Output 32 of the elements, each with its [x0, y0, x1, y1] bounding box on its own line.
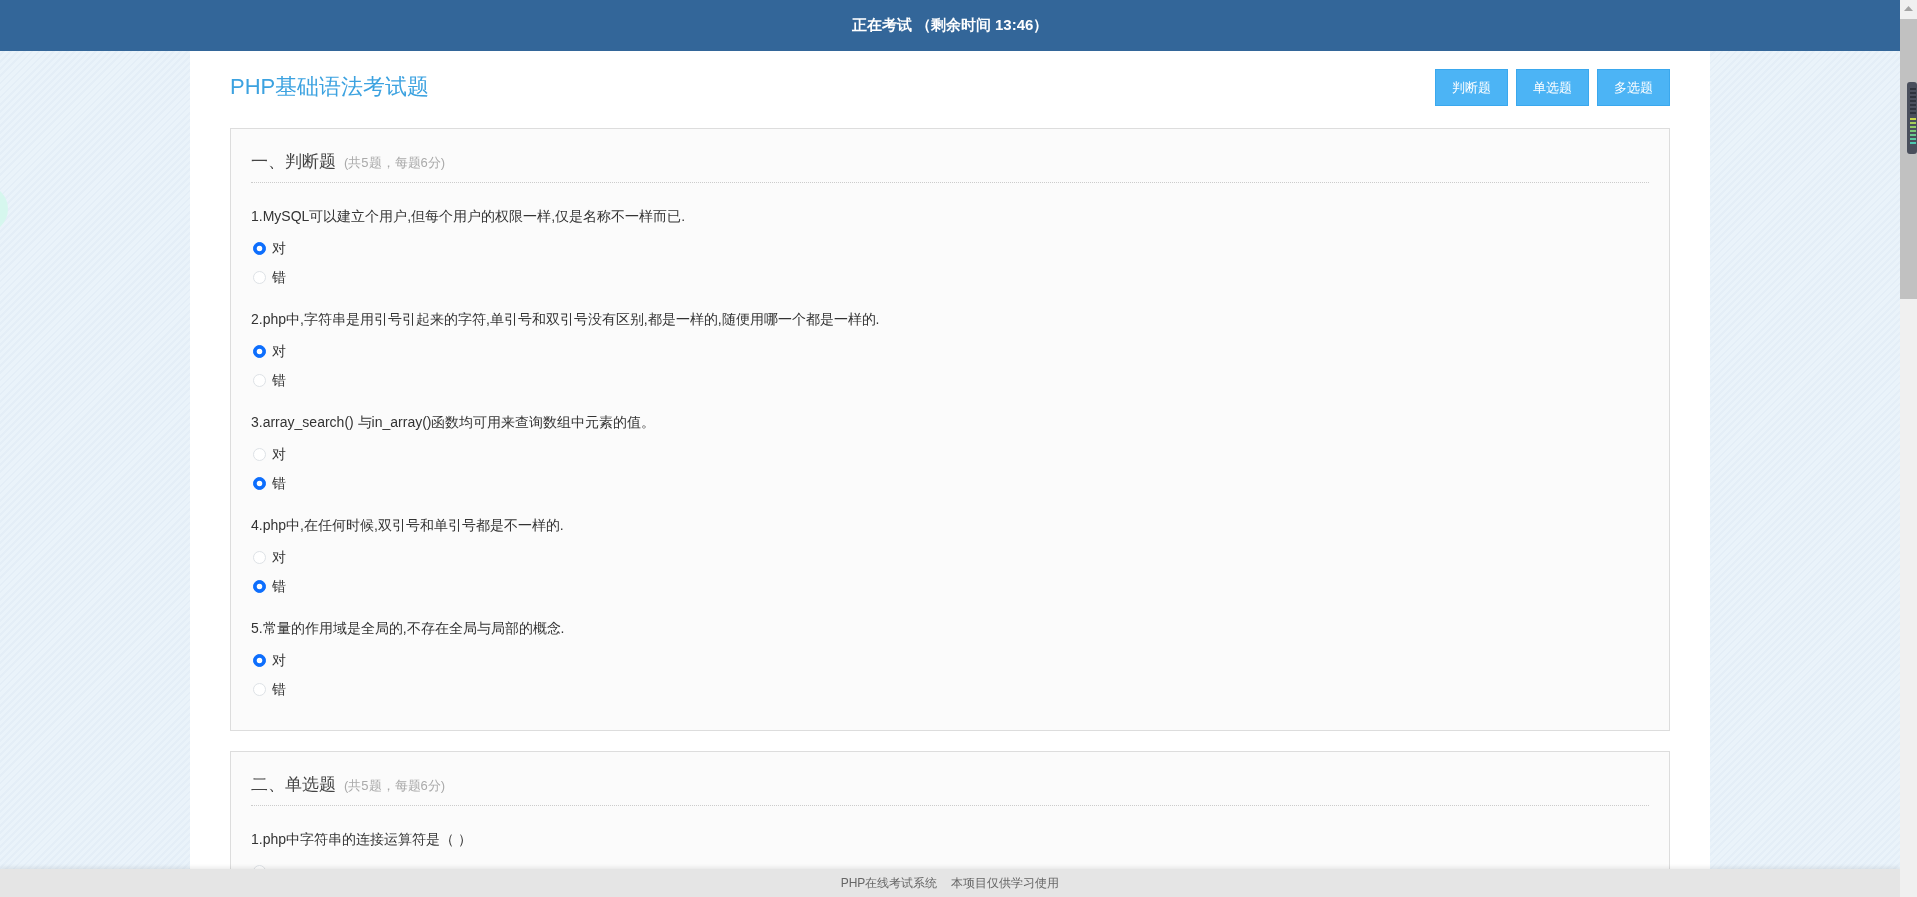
option-label[interactable]: 错	[272, 267, 286, 288]
scrollbar[interactable]	[1900, 0, 1917, 897]
option-label[interactable]: 错	[272, 576, 286, 597]
footer-text: PHP在线考试系统	[840, 875, 938, 892]
option-label[interactable]: 错	[272, 679, 286, 700]
exam-status-text: 正在考试 （剩余时间 13:46）	[851, 15, 1049, 36]
question-text: 3.array_search() 与in_array()函数均可用来查询数组中元素的值。	[251, 413, 657, 432]
radio-button[interactable]	[253, 345, 266, 358]
option-label[interactable]: 对	[272, 547, 286, 568]
question-text: 4.php中,在任何时候,双引号和单引号都是不一样的.	[251, 516, 565, 535]
option-label[interactable]: 对	[272, 444, 286, 465]
section-note: (共5题，每题6分)	[344, 777, 446, 795]
section-heading: 二、单选题	[251, 774, 336, 796]
option-label[interactable]: 对	[272, 650, 286, 671]
section-note: (共5题，每题6分)	[344, 154, 446, 172]
option-label[interactable]: 对	[272, 238, 286, 259]
question-text: 5.常量的作用域是全局的,不存在全局与局部的概念.	[251, 619, 566, 638]
radio-button[interactable]	[253, 654, 266, 667]
footer-text: 本项目仅供学习使用	[951, 875, 1060, 892]
option-label[interactable]: 错	[272, 473, 286, 494]
scrollbar-thumb[interactable]	[1900, 19, 1917, 299]
radio-button[interactable]	[253, 242, 266, 255]
option-label[interactable]: 错	[272, 370, 286, 391]
option-label[interactable]: 对	[272, 341, 286, 362]
question-text: 2.php中,字符串是用引号引起来的字符,单引号和双引号没有区别,都是一样的,随便用哪一个都是一样的.	[251, 310, 881, 329]
question-text: 1.MySQL可以建立个用户,但每个用户的权限一样,仅是名称不一样而已.	[251, 207, 687, 226]
radio-button[interactable]	[253, 477, 266, 490]
question-text: 1.php中字符串的连接运算符是（ ）	[251, 830, 473, 849]
section-heading: 一、判断题	[251, 151, 336, 173]
exam-title: PHP基础语法考试题	[230, 74, 430, 101]
radio-button[interactable]	[253, 580, 266, 593]
level-meter-icon	[1907, 82, 1917, 154]
